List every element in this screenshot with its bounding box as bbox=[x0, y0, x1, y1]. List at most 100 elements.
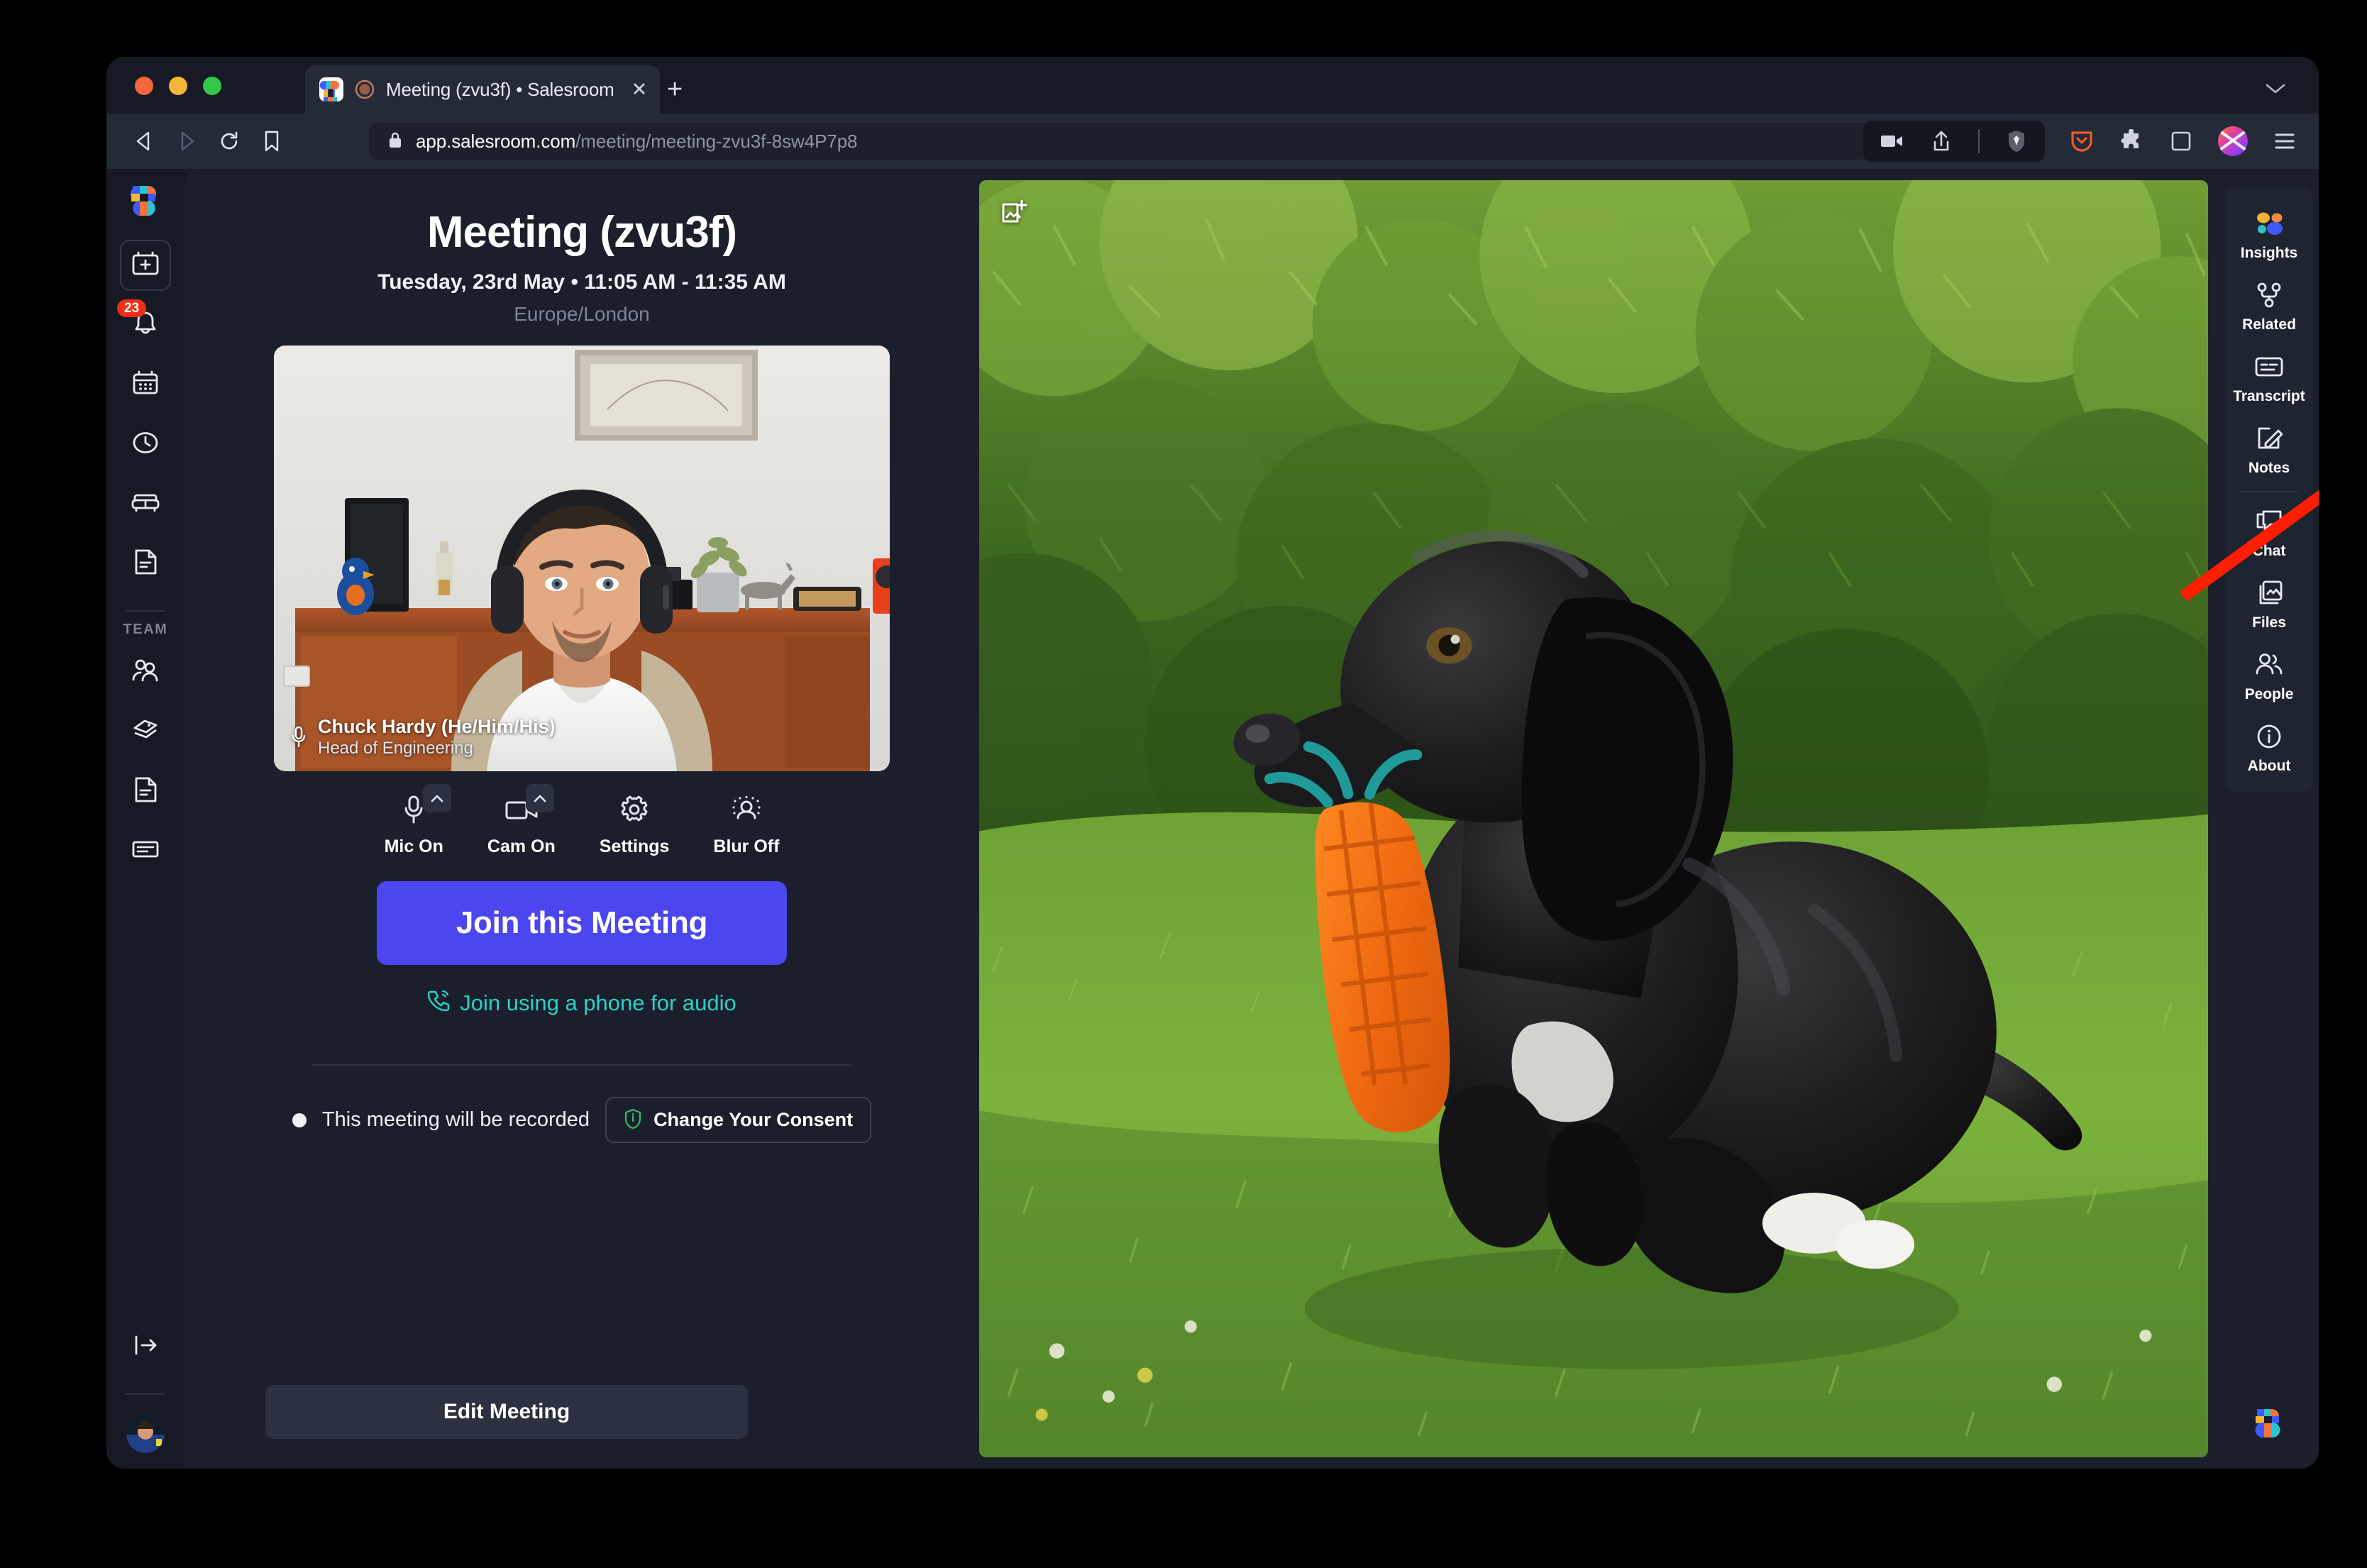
back-icon[interactable] bbox=[132, 129, 156, 153]
minimize-window-button[interactable] bbox=[169, 77, 187, 95]
gear-icon bbox=[619, 795, 649, 828]
reload-icon[interactable] bbox=[217, 129, 241, 153]
settings-button[interactable]: Settings bbox=[599, 791, 670, 857]
panel-tab-chat[interactable]: Chat bbox=[2229, 495, 2309, 567]
camera-options-chevron-up-icon[interactable] bbox=[525, 784, 554, 812]
shared-content-area[interactable] bbox=[979, 180, 2208, 1457]
self-view-nameplate: Chuck Hardy (He/Him/His) Head of Enginee… bbox=[289, 716, 556, 758]
panel-tab-files[interactable]: Files bbox=[2229, 567, 2309, 639]
sidebar-section-label: TEAM bbox=[123, 622, 168, 637]
camera-toggle[interactable]: Cam On bbox=[487, 784, 556, 857]
person-blur-icon bbox=[731, 795, 762, 827]
people-icon bbox=[2254, 648, 2284, 681]
toolbar-right-icons bbox=[1863, 114, 2297, 169]
pocket-icon[interactable] bbox=[2069, 128, 2095, 154]
close-tab-button[interactable]: ✕ bbox=[631, 79, 648, 99]
panel-tab-insights[interactable]: Insights bbox=[2229, 197, 2309, 269]
add-image-icon[interactable] bbox=[1000, 199, 1029, 231]
sidebar-divider-bottom bbox=[126, 1393, 165, 1395]
tags-icon bbox=[131, 718, 160, 746]
url-host: app.salesroom.com bbox=[416, 130, 576, 152]
panel-tab-about[interactable]: About bbox=[2229, 710, 2309, 782]
url-path: /meeting/meeting-zvu3f-8sw4P7p8 bbox=[575, 130, 858, 152]
related-nodes-icon bbox=[2256, 279, 2283, 311]
sidebar-item-team-people[interactable] bbox=[120, 646, 171, 697]
panel-tab-transcript[interactable]: Transcript bbox=[2229, 341, 2309, 412]
mic-label: Mic On bbox=[384, 837, 443, 856]
people-add-icon bbox=[131, 658, 160, 686]
profile-avatar[interactable] bbox=[2218, 126, 2248, 156]
brave-shields-icon[interactable] bbox=[2004, 128, 2029, 154]
browser-menu-icon[interactable] bbox=[2272, 128, 2297, 154]
sidebar-item-calendar[interactable] bbox=[120, 359, 171, 410]
change-consent-button[interactable]: Change Your Consent bbox=[605, 1097, 872, 1143]
change-consent-label: Change Your Consent bbox=[653, 1109, 854, 1130]
edit-meeting-button[interactable]: Edit Meeting bbox=[265, 1385, 748, 1439]
mic-options-chevron-up-icon[interactable] bbox=[423, 784, 452, 812]
browser-toolbar: app.salesroom.com/meeting/meeting-zvu3f-… bbox=[106, 114, 2319, 169]
bookmark-icon[interactable] bbox=[260, 129, 284, 153]
chat-icon bbox=[2255, 505, 2283, 538]
participant-role: Head of Engineering bbox=[318, 738, 473, 758]
window-traffic-lights bbox=[135, 77, 221, 95]
panel-tab-label: Notes bbox=[2248, 460, 2290, 476]
mic-toggle[interactable]: Mic On bbox=[384, 784, 452, 857]
maximize-window-button[interactable] bbox=[203, 77, 221, 95]
sidebar-item-logout[interactable] bbox=[120, 1321, 171, 1372]
forward-icon[interactable] bbox=[175, 129, 199, 153]
meeting-lobby-panel: Meeting (zvu3f) Tuesday, 23rd May • 11:0… bbox=[184, 180, 979, 1457]
clock-icon bbox=[132, 431, 159, 458]
recording-notice: This meeting will be recorded bbox=[321, 1108, 590, 1131]
close-window-button[interactable] bbox=[135, 77, 153, 95]
new-tab-button[interactable]: + bbox=[667, 76, 683, 103]
calendar-plus-icon bbox=[131, 251, 160, 280]
sidebar-item-team-tags[interactable] bbox=[120, 706, 171, 757]
sidebar-icon[interactable] bbox=[2168, 128, 2194, 154]
right-sidebar: Insights Related Transcript Notes Chat F… bbox=[2219, 180, 2319, 1457]
transcript-icon bbox=[2254, 350, 2284, 383]
document-icon bbox=[133, 548, 158, 579]
chevron-down-icon[interactable] bbox=[2265, 82, 2286, 99]
join-meeting-button[interactable]: Join this Meeting bbox=[377, 881, 787, 965]
sidebar-divider bbox=[126, 610, 165, 612]
salesroom-logo bbox=[2252, 1408, 2286, 1439]
navigation-buttons bbox=[132, 129, 284, 153]
salesroom-logo[interactable] bbox=[127, 184, 164, 217]
sidebar-item-team-transcripts[interactable] bbox=[120, 825, 171, 876]
sidebar-item-history[interactable] bbox=[120, 419, 171, 470]
blur-label: Blur Off bbox=[713, 837, 780, 856]
settings-label: Settings bbox=[599, 837, 670, 856]
share-icon[interactable] bbox=[1929, 128, 1954, 154]
meeting-datetime: Tuesday, 23rd May • 11:05 AM - 11:35 AM bbox=[377, 270, 786, 294]
page-title: Meeting (zvu3f) bbox=[426, 208, 737, 257]
panel-tab-notes[interactable]: Notes bbox=[2229, 412, 2309, 484]
transcript-lines-icon bbox=[131, 839, 160, 863]
browser-tab[interactable]: Meeting (zvu3f) • Salesroom ✕ bbox=[305, 65, 661, 114]
address-bar[interactable]: app.salesroom.com/meeting/meeting-zvu3f-… bbox=[369, 123, 1951, 160]
sidebar-item-notifications[interactable]: 23 bbox=[117, 299, 171, 350]
sidebar-item-new-meeting[interactable] bbox=[120, 240, 171, 291]
sidebar-item-team-documents[interactable] bbox=[120, 766, 171, 817]
panel-tab-label: People bbox=[2244, 686, 2294, 702]
blur-toggle[interactable]: Blur Off bbox=[713, 791, 779, 857]
sidebar-item-rooms[interactable] bbox=[120, 478, 171, 529]
insights-dots-icon bbox=[2254, 207, 2284, 240]
screencast-icon[interactable] bbox=[1879, 128, 1904, 154]
join-by-phone-link[interactable]: Join using a phone for audio bbox=[427, 989, 736, 1017]
panel-tab-people[interactable]: People bbox=[2229, 639, 2309, 710]
self-view-video[interactable]: Chuck Hardy (He/Him/His) Head of Enginee… bbox=[274, 346, 890, 771]
recording-consent-row: This meeting will be recorded Change You… bbox=[292, 1097, 872, 1143]
panel-tab-label: Insights bbox=[2240, 245, 2298, 261]
sidebar-item-documents[interactable] bbox=[120, 538, 171, 589]
user-avatar[interactable] bbox=[126, 1415, 165, 1453]
media-controls: Mic On Cam On Settings Blur Off bbox=[384, 784, 779, 857]
microphone-icon bbox=[289, 725, 308, 749]
extensions-icon[interactable] bbox=[2119, 128, 2144, 154]
salesroom-favicon bbox=[319, 77, 343, 101]
device-bezel: Meeting (zvu3f) • Salesroom ✕ + app.sale… bbox=[28, 7, 2339, 1561]
info-circle-icon bbox=[2256, 720, 2283, 753]
notes-pencil-icon bbox=[2256, 422, 2283, 455]
shield-info-icon bbox=[624, 1108, 642, 1132]
panel-tab-related[interactable]: Related bbox=[2229, 269, 2309, 341]
logout-arrow-icon bbox=[133, 1335, 158, 1359]
